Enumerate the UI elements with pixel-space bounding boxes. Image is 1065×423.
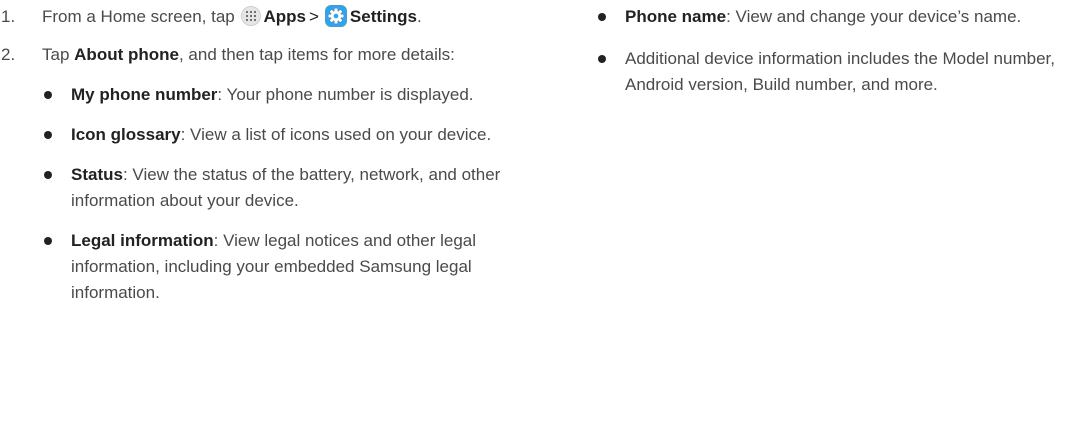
settings-label: Settings: [349, 7, 417, 26]
item-term: My phone number: [71, 85, 218, 104]
bullet-dot-icon: [44, 91, 52, 99]
item-text: : View a list of icons used on your devi…: [180, 125, 492, 144]
right-column: Phone name: View and change your device’…: [596, 0, 1056, 112]
settings-gear-icon: [324, 5, 347, 27]
list-item: My phone number: Your phone number is di…: [42, 82, 543, 108]
about-phone-label: About phone: [74, 45, 179, 64]
bullet-dot-icon: [44, 237, 52, 245]
item-term: Legal information: [71, 231, 214, 250]
bullet-dot-icon: [598, 55, 606, 63]
list-item: Status: View the status of the battery, …: [42, 162, 543, 214]
item-term: Status: [71, 165, 123, 184]
list-item: Additional device information includes t…: [596, 46, 1065, 98]
list-item: Legal information: View legal notices an…: [42, 228, 543, 306]
step-1: 1. From a Home screen, tap Apps > Settin…: [0, 4, 540, 30]
step-2: 2. Tap About phone, and then tap items f…: [0, 42, 540, 68]
step-text: From a Home screen, tap: [42, 7, 235, 26]
item-text: Additional device information includes t…: [625, 49, 1055, 94]
item-text: : View the status of the battery, networ…: [71, 165, 501, 210]
list-item: Phone name: View and change your device’…: [596, 4, 1065, 30]
item-term: Icon glossary: [71, 125, 181, 144]
list-item: Icon glossary: View a list of icons used…: [42, 122, 543, 148]
path-separator: >: [308, 7, 319, 26]
bullet-dot-icon: [44, 131, 52, 139]
step-suffix: .: [416, 7, 422, 26]
step-number: 2.: [1, 45, 16, 64]
apps-label: Apps: [263, 7, 306, 26]
about-phone-items: My phone number: Your phone number is di…: [0, 82, 540, 306]
bullet-dot-icon: [598, 13, 606, 21]
item-text: : View and change your device’s name.: [726, 7, 1022, 26]
bullet-dot-icon: [44, 171, 52, 179]
step-suffix: , and then tap items for more details:: [178, 45, 455, 64]
step-number: 1.: [1, 7, 16, 26]
left-column: 1. From a Home screen, tap Apps > Settin…: [0, 0, 540, 320]
item-text: : Your phone number is displayed.: [217, 85, 474, 104]
item-term: Phone name: [625, 7, 727, 26]
step-text: Tap: [42, 45, 70, 64]
apps-grid-icon: [241, 6, 262, 26]
